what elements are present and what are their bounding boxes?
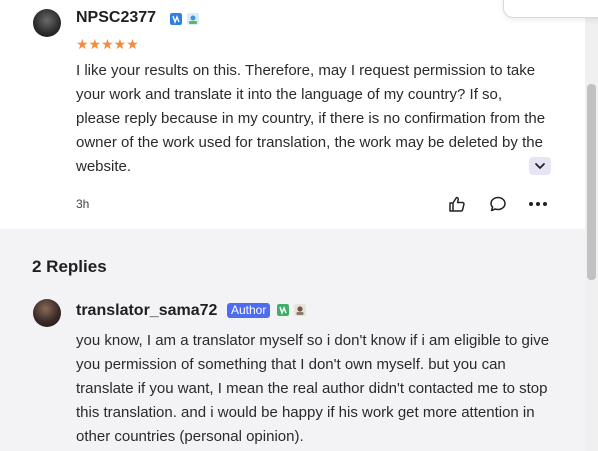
like-button[interactable]	[447, 194, 467, 214]
chevron-down-icon	[535, 163, 545, 169]
avatar[interactable]	[33, 9, 61, 37]
comment-username[interactable]: NPSC2377	[76, 9, 156, 27]
reply-button[interactable]	[488, 194, 508, 214]
rating-stars: ★★★★★	[76, 36, 139, 52]
reply-avatar[interactable]	[33, 299, 61, 327]
character-badge-icon	[294, 304, 306, 316]
floating-panel[interactable]	[503, 0, 598, 18]
reply-text: you know, I am a translator myself so i …	[76, 332, 550, 445]
profile-badge-icon	[187, 13, 199, 25]
author-badge: Author	[227, 303, 271, 318]
replies-count-title: 2 Replies	[32, 257, 107, 276]
reply-username[interactable]: translator_sama72	[76, 302, 217, 320]
comment-text: I like your results on this. Therefore, …	[76, 62, 546, 175]
more-dots-icon	[529, 202, 547, 206]
thumbs-up-icon	[449, 196, 465, 212]
more-options-button[interactable]	[528, 194, 548, 214]
writer-badge-icon	[170, 13, 182, 25]
expand-button[interactable]	[529, 157, 551, 175]
writer-badge-icon	[277, 304, 289, 316]
scrollbar-thumb[interactable]	[587, 84, 596, 280]
comment-timestamp: 3h	[76, 197, 90, 211]
comment-bubble-icon	[490, 196, 506, 212]
